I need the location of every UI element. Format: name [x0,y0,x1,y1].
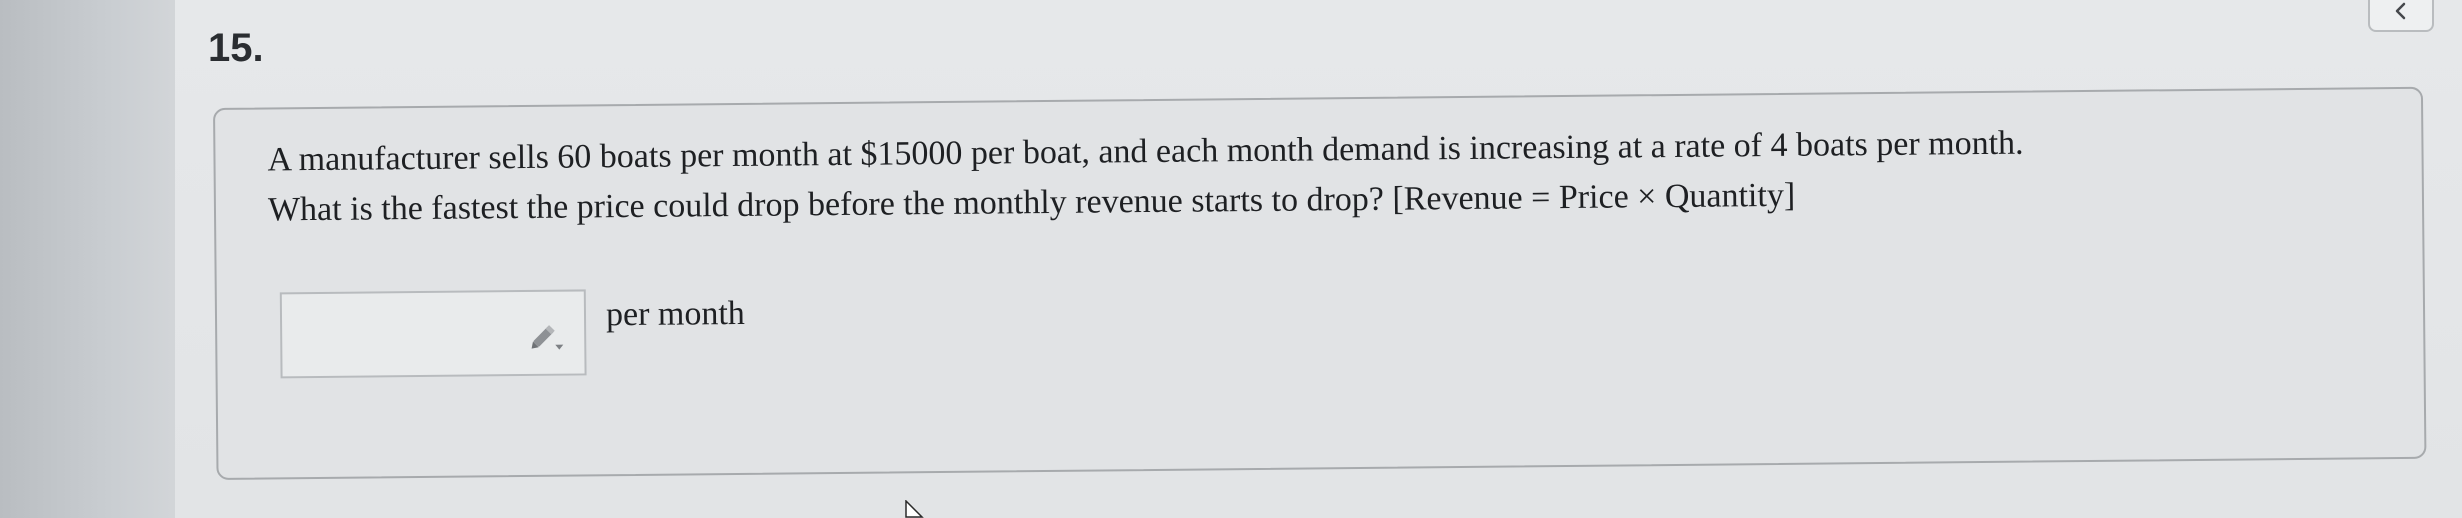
answer-field[interactable] [279,289,587,379]
chevron-left-icon [2395,2,2406,20]
pencil-dropdown-icon[interactable] [528,316,568,356]
unit-label: per month [605,294,745,334]
question-number: 15. [208,26,264,70]
question-text: A manufacturer sells 60 boats per month … [267,115,2388,235]
question-card: A manufacturer sells 60 boats per month … [213,86,2427,480]
left-margin [0,0,180,518]
collapse-button[interactable] [2368,0,2434,32]
mouse-cursor-icon [905,500,924,518]
answer-input[interactable] [281,292,523,377]
